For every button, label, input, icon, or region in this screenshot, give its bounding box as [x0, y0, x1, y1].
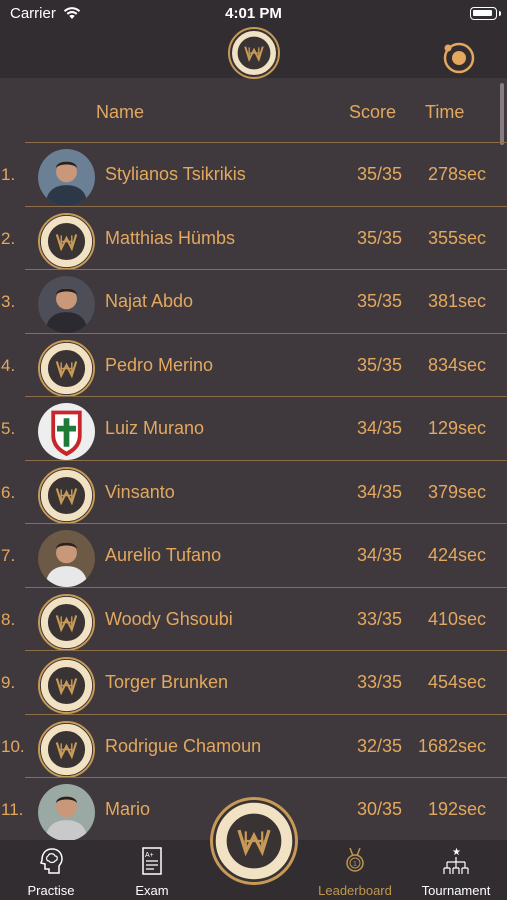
rank-label: 11. [1, 800, 24, 819]
rank-label: 2. [1, 228, 16, 248]
rank-label: 3. [1, 292, 16, 311]
rank-label: 10. [1, 736, 25, 756]
exam-sheet-icon: A+ [139, 846, 165, 876]
player-time: 381sec [427, 291, 486, 311]
table-header: Name Score Time [0, 78, 507, 142]
player-name: Stylianos Tsikrikis [105, 164, 246, 184]
player-time: 129sec [427, 418, 486, 438]
table-row[interactable]: 9. Torger Brunken 33/35 454sec [0, 650, 507, 714]
player-name: Najat Abdo [105, 291, 194, 311]
column-score: Score [349, 102, 397, 122]
avatar [38, 149, 95, 206]
player-name: Luiz Murano [105, 418, 205, 438]
player-name: Woody Ghsoubi [105, 608, 233, 629]
player-score: 33/35 [357, 672, 403, 692]
status-bar: Carrier 4:01 PM [0, 4, 507, 26]
habanos-world-challenge-logo [228, 27, 280, 79]
rank-label: 9. [1, 673, 16, 692]
player-score: 35/35 [357, 227, 403, 248]
player-time: 410sec [427, 608, 486, 629]
habanos-world-challenge-logo [214, 801, 294, 881]
tab-exam[interactable]: A+ Exam [107, 840, 197, 900]
scrollbar[interactable] [500, 83, 504, 145]
battery-icon [470, 7, 501, 20]
player-time: 834sec [427, 354, 486, 375]
table-row[interactable]: 2. Matthias Hümbs 35/35 355sec [0, 205, 507, 270]
rank-label: 7. [1, 546, 16, 565]
avatar [38, 466, 95, 524]
tab-label-leaderboard: Leaderboard [318, 883, 392, 898]
table-row[interactable]: 7. Aurelio Tufano 34/35 424sec [0, 523, 507, 587]
orbit-icon[interactable] [439, 38, 479, 78]
tournament-bracket-icon: ★ [443, 846, 469, 876]
leaderboard-list[interactable]: Name Score Time 1. Stylianos Tsikrikis 35/… [0, 78, 507, 840]
table-row[interactable]: 6. Vinsanto 34/35 379sec [0, 459, 507, 524]
player-name: Rodrigue Chamoun [105, 735, 262, 756]
avatar [38, 784, 95, 840]
tab-label-tournament: Tournament [421, 883, 491, 898]
brain-head-icon [38, 846, 64, 876]
status-time: 4:01 PM [225, 5, 282, 22]
table-row[interactable]: 8. Woody Ghsoubi 33/35 410sec [0, 586, 507, 651]
player-name: Aurelio Tufano [105, 545, 222, 565]
player-time: 278sec [427, 164, 486, 184]
rank-label: 4. [1, 355, 16, 375]
player-score: 34/35 [357, 418, 403, 438]
player-score: 33/35 [357, 608, 403, 629]
avatar [38, 657, 95, 714]
player-time: 379sec [427, 481, 486, 502]
player-score: 35/35 [357, 164, 403, 184]
table-row[interactable]: 1. Stylianos Tsikrikis 35/35 278sec [0, 142, 507, 206]
player-name: Mario [105, 799, 151, 819]
tab-label-exam: Exam [135, 883, 169, 898]
player-time: 454sec [427, 672, 486, 692]
player-name: Pedro Merino [105, 354, 214, 375]
table-row[interactable]: 5. Luiz Murano 34/35 129sec [0, 396, 507, 460]
table-row[interactable]: 4. Pedro Merino 35/35 834sec [0, 332, 507, 397]
player-score: 34/35 [357, 481, 403, 502]
avatar [38, 720, 95, 778]
avatar [38, 339, 95, 397]
player-name: Vinsanto [105, 481, 175, 502]
player-time: 355sec [427, 227, 486, 248]
avatar [38, 276, 95, 333]
svg-text:1: 1 [353, 861, 357, 868]
player-time: 192sec [427, 799, 486, 819]
player-name: Matthias Hümbs [105, 227, 236, 248]
player-time: 1682sec [417, 735, 486, 756]
player-score: 34/35 [357, 545, 403, 565]
player-score: 32/35 [357, 735, 403, 756]
rank-label: 8. [1, 609, 16, 629]
column-name: Name [96, 102, 145, 122]
player-score: 35/35 [357, 291, 403, 311]
table-row[interactable]: 10. Rodrigue Chamoun 32/35 1682sec [0, 713, 507, 778]
svg-text:A+: A+ [145, 852, 154, 859]
top-bar: Carrier 4:01 PM [0, 0, 507, 79]
tab-leaderboard[interactable]: 1 Leaderboard [310, 840, 400, 900]
player-score: 35/35 [357, 354, 403, 375]
center-logo-button[interactable] [210, 797, 298, 885]
rank-label: 5. [1, 419, 16, 438]
rank-label: 1. [1, 165, 16, 184]
avatar [38, 212, 95, 270]
column-time: Time [425, 102, 465, 122]
tab-practise[interactable]: Practise [6, 840, 96, 900]
avatar [38, 403, 95, 460]
tab-label-practise: Practise [27, 883, 75, 898]
player-name: Torger Brunken [105, 672, 229, 692]
avatar [38, 530, 95, 587]
rank-label: 6. [1, 482, 16, 502]
avatar [38, 593, 95, 651]
tab-tournament[interactable]: ★ Tournament [411, 840, 501, 900]
svg-text:★: ★ [452, 847, 461, 858]
medal-icon: 1 [342, 846, 368, 876]
player-time: 424sec [427, 545, 486, 565]
player-score: 30/35 [357, 799, 403, 819]
table-row[interactable]: 3. Najat Abdo 35/35 381sec [0, 269, 507, 333]
